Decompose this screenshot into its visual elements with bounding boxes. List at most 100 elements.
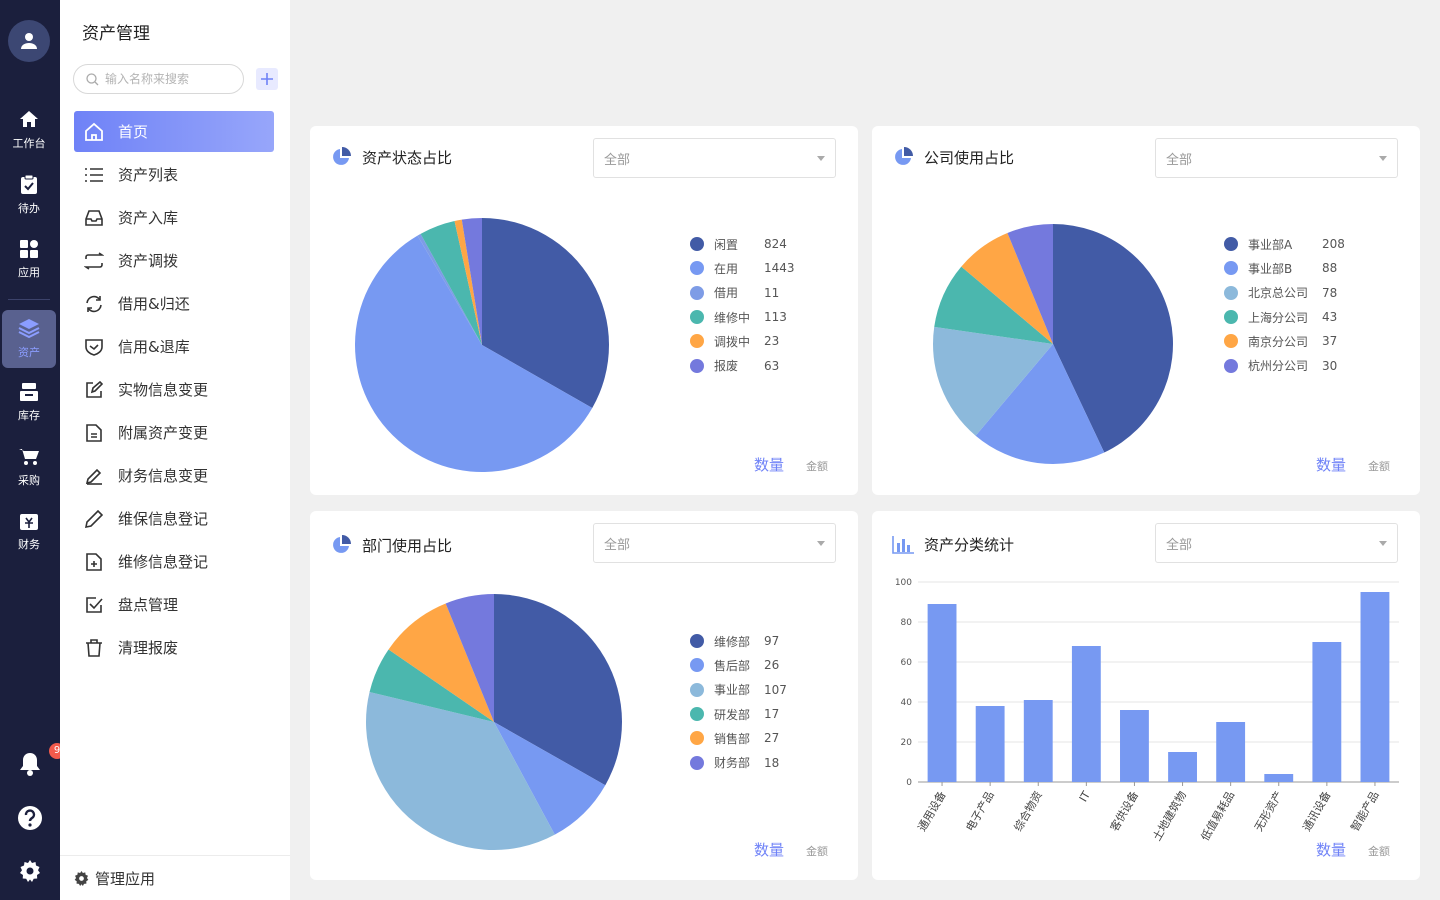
nav-item-maintenance-register[interactable]: 维保信息登记 [74, 498, 274, 539]
legend-item[interactable]: 上海分公司 43 [1224, 305, 1345, 329]
nav-label: 清理报废 [118, 639, 179, 657]
card-asset-status: 资产状态占比 全部 闲置 824 在用 1443 借用 11 维修中 113 调拨中 23 报废 63… [310, 126, 858, 495]
avatar[interactable] [8, 20, 50, 62]
nav-item-finance-change[interactable]: 财务信息变更 [74, 455, 274, 496]
nav-item-asset-inbound[interactable]: 资产入库 [74, 197, 274, 238]
toggle-amount[interactable]: 金额 [806, 458, 828, 474]
filter-select[interactable]: 全部 [1155, 523, 1398, 563]
legend-item[interactable]: 事业部B 88 [1224, 256, 1345, 280]
search-box[interactable] [73, 64, 244, 94]
legend-item[interactable]: 事业部 107 [690, 678, 787, 702]
legend-value: 63 [764, 358, 780, 373]
legend-swatch [690, 310, 704, 325]
bar[interactable] [1168, 752, 1197, 782]
legend-item[interactable]: 财务部 18 [690, 750, 787, 774]
bar[interactable] [1023, 700, 1053, 782]
legend-item[interactable]: 研发部 17 [690, 702, 787, 726]
x-tick-label: 客供设备 [1107, 789, 1141, 834]
rail-label: 应用 [18, 266, 40, 279]
legend-item[interactable]: 借用 11 [690, 281, 795, 305]
card-title: 资产分类统计 [924, 536, 1015, 554]
legend-item[interactable]: 南京分公司 37 [1224, 329, 1345, 353]
metric-toggle: 数量 金额 [754, 839, 828, 860]
bar-chart-icon [892, 535, 914, 554]
chevron-down-icon [1379, 540, 1387, 546]
legend-item[interactable]: 报废 63 [690, 353, 795, 377]
legend-item[interactable]: 北京总公司 78 [1224, 281, 1345, 305]
bar[interactable] [1071, 646, 1101, 782]
edit-square-icon [86, 380, 103, 398]
legend-item[interactable]: 维修中 113 [690, 305, 795, 329]
clipboard-check-icon [21, 174, 37, 194]
toggle-amount[interactable]: 金额 [1368, 843, 1390, 859]
gear-icon [20, 860, 40, 882]
legend-item[interactable]: 维修部 97 [690, 629, 787, 653]
settings-button[interactable] [0, 860, 60, 882]
toggle-amount[interactable]: 金额 [1368, 458, 1390, 474]
toggle-count[interactable]: 数量 [1316, 839, 1346, 860]
nav-item-credit-return[interactable]: 信用&退库 [74, 326, 274, 367]
nav-item-disposal[interactable]: 清理报废 [74, 627, 274, 668]
bar[interactable] [927, 604, 957, 782]
toggle-count[interactable]: 数量 [754, 454, 784, 475]
legend-label: 闲置 [714, 237, 739, 252]
nav-item-stocktaking[interactable]: 盘点管理 [74, 584, 274, 625]
nav-label: 首页 [118, 123, 149, 141]
x-tick-label: 通讯设备 [1299, 789, 1333, 834]
y-tick-label: 0 [906, 778, 912, 788]
legend-item[interactable]: 在用 1443 [690, 256, 795, 280]
nav-item-borrow-return[interactable]: 借用&归还 [74, 283, 274, 324]
toggle-count[interactable]: 数量 [1316, 454, 1346, 475]
pie-chart-icon [333, 147, 351, 165]
nav-item-home[interactable]: 首页 [74, 111, 274, 152]
legend-item[interactable]: 售后部 26 [690, 653, 787, 677]
legend-item[interactable]: 事业部A 208 [1224, 232, 1345, 256]
rail-label: 工作台 [12, 137, 46, 150]
metric-toggle: 数量 金额 [754, 454, 828, 475]
legend-swatch [690, 358, 704, 373]
bar[interactable] [1264, 774, 1294, 782]
legend-item[interactable]: 闲置 824 [690, 232, 795, 256]
search-input[interactable] [105, 72, 235, 86]
rail-item-apps[interactable]: 应用 [2, 231, 56, 289]
nav-item-repair-register[interactable]: 维修信息登记 [74, 541, 274, 582]
rail-item-finance[interactable]: 财务 [2, 504, 56, 562]
bar[interactable] [1312, 642, 1342, 782]
rail-item-purchase[interactable]: 采购 [2, 439, 56, 497]
nav-item-asset-list[interactable]: 资产列表 [74, 154, 274, 195]
bar[interactable] [1360, 592, 1390, 782]
bar[interactable] [975, 706, 1005, 782]
legend-value: 23 [764, 334, 780, 349]
add-button[interactable] [256, 68, 278, 90]
nav-label: 借用&归还 [118, 295, 190, 313]
toggle-count[interactable]: 数量 [754, 839, 784, 860]
help-button[interactable] [0, 805, 60, 831]
rail-label: 资产 [18, 346, 40, 359]
legend-item[interactable]: 调拨中 23 [690, 329, 795, 353]
legend-label: 维修中 [714, 310, 751, 325]
filter-select[interactable]: 全部 [593, 523, 836, 563]
nav-item-attached-change[interactable]: 附属资产变更 [74, 412, 274, 453]
legend-item[interactable]: 销售部 27 [690, 726, 787, 750]
nav-label: 资产列表 [118, 166, 179, 184]
legend-label: 调拨中 [714, 334, 751, 349]
filter-select[interactable]: 全部 [1155, 138, 1398, 178]
nav-label: 维修信息登记 [118, 553, 209, 571]
home-outline-icon [85, 122, 103, 141]
rail-divider [8, 299, 50, 300]
filter-select[interactable]: 全部 [593, 138, 836, 178]
notification-button[interactable]: 9 [0, 743, 65, 780]
manage-apps-button[interactable]: 管理应用 [60, 855, 290, 900]
x-tick-label: IT [1077, 789, 1093, 804]
rail-item-workbench[interactable]: 工作台 [2, 101, 56, 159]
legend-item[interactable]: 杭州分公司 30 [1224, 353, 1345, 377]
bar[interactable] [1120, 710, 1149, 782]
bar[interactable] [1216, 722, 1246, 782]
toggle-amount[interactable]: 金额 [806, 843, 828, 859]
rail-item-inventory[interactable]: 库存 [2, 374, 56, 432]
legend-value: 18 [764, 755, 780, 770]
nav-item-asset-transfer[interactable]: 资产调拨 [74, 240, 274, 281]
rail-item-todo[interactable]: 待办 [2, 166, 56, 224]
nav-item-physical-change[interactable]: 实物信息变更 [74, 369, 274, 410]
rail-item-assets[interactable]: 资产 [2, 310, 56, 368]
